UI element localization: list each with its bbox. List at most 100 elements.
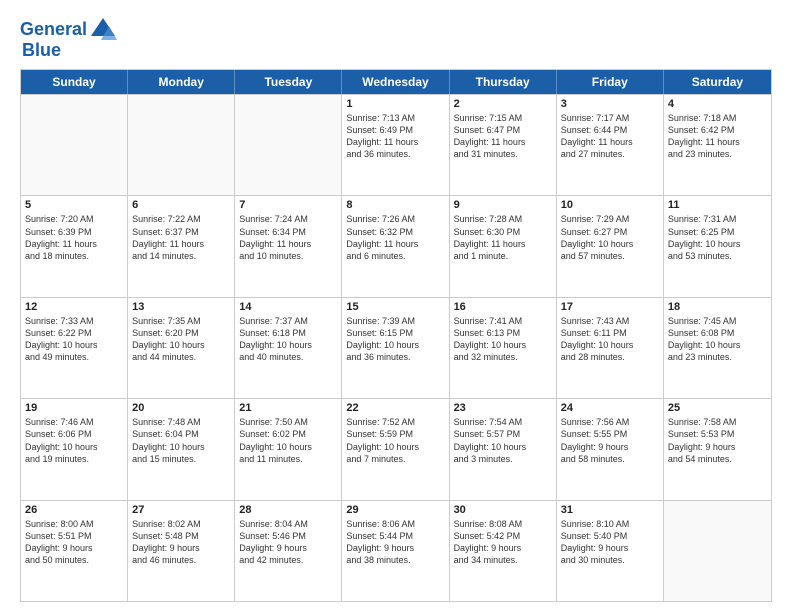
header-cell-thursday: Thursday	[450, 70, 557, 94]
day-info: Sunrise: 7:31 AM Sunset: 6:25 PM Dayligh…	[668, 213, 767, 262]
calendar-cell-day-3: 3 Sunrise: 7:17 AM Sunset: 6:44 PM Daylig…	[557, 95, 664, 195]
logo-text: General	[20, 20, 87, 40]
calendar-cell-day-15: 15Sunrise: 7:39 AM Sunset: 6:15 PM Dayli…	[342, 298, 449, 398]
day-number: 9	[454, 199, 552, 211]
day-info: Sunrise: 7:54 AM Sunset: 5:57 PM Dayligh…	[454, 416, 552, 465]
header-cell-sunday: Sunday	[21, 70, 128, 94]
day-number: 18	[668, 301, 767, 313]
calendar-cell-day-25: 25 Sunrise: 7:58 AM Sunset: 5:53 PM Dayli…	[664, 399, 771, 499]
day-number: 31	[561, 504, 659, 516]
day-number: 14	[239, 301, 337, 313]
day-info: Sunrise: 7:48 AM Sunset: 6:04 PM Dayligh…	[132, 416, 230, 465]
day-number: 5	[25, 199, 123, 211]
day-number: 4	[668, 98, 767, 110]
header-cell-saturday: Saturday	[664, 70, 771, 94]
calendar-cell-day-16: 16 Sunrise: 7:41 AM Sunset: 6:13 PM Dayli…	[450, 298, 557, 398]
day-info: Sunrise: 8:08 AM Sunset: 5:42 PM Dayligh…	[454, 518, 552, 567]
calendar-cell-day-12: 12 Sunrise: 7:33 AM Sunset: 6:22 PM Dayli…	[21, 298, 128, 398]
day-info: Sunrise: 7:15 AM Sunset: 6:47 PM Dayligh…	[454, 112, 552, 161]
day-number: 29	[346, 504, 444, 516]
header-cell-wednesday: Wednesday	[342, 70, 449, 94]
day-info: Sunrise: 7:18 AM Sunset: 6:42 PM Dayligh…	[668, 112, 767, 161]
calendar-cell-day-30: 30 Sunrise: 8:08 AM Sunset: 5:42 PM Dayli…	[450, 501, 557, 601]
day-number: 17	[561, 301, 659, 313]
day-info: Sunrise: 7:29 AM Sunset: 6:27 PM Dayligh…	[561, 213, 659, 262]
logo: General Blue	[20, 16, 117, 61]
day-info: Sunrise: 8:00 AM Sunset: 5:51 PM Dayligh…	[25, 518, 123, 567]
calendar-cell-day-13: 13 Sunrise: 7:35 AM Sunset: 6:20 PM Dayli…	[128, 298, 235, 398]
calendar: SundayMondayTuesdayWednesdayThursdayFrid…	[20, 69, 772, 602]
day-info: Sunrise: 7:45 AM Sunset: 6:08 PM Dayligh…	[668, 315, 767, 364]
day-info: Sunrise: 7:20 AM Sunset: 6:39 PM Dayligh…	[25, 213, 123, 262]
day-number: 10	[561, 199, 659, 211]
calendar-row-2: 5 Sunrise: 7:20 AM Sunset: 6:39 PM Daylig…	[21, 195, 771, 296]
calendar-row-4: 19 Sunrise: 7:46 AM Sunset: 6:06 PM Dayli…	[21, 398, 771, 499]
day-number: 22	[346, 402, 444, 414]
calendar-cell-day-11: 11 Sunrise: 7:31 AM Sunset: 6:25 PM Dayli…	[664, 196, 771, 296]
day-info: Sunrise: 8:02 AM Sunset: 5:48 PM Dayligh…	[132, 518, 230, 567]
calendar-cell-day-4: 4 Sunrise: 7:18 AM Sunset: 6:42 PM Daylig…	[664, 95, 771, 195]
day-number: 3	[561, 98, 659, 110]
day-info: Sunrise: 7:58 AM Sunset: 5:53 PM Dayligh…	[668, 416, 767, 465]
calendar-cell-day-31: 31Sunrise: 8:10 AM Sunset: 5:40 PM Dayli…	[557, 501, 664, 601]
calendar-body: 1 Sunrise: 7:13 AM Sunset: 6:49 PM Daylig…	[21, 94, 771, 601]
day-number: 12	[25, 301, 123, 313]
day-number: 19	[25, 402, 123, 414]
day-info: Sunrise: 7:17 AM Sunset: 6:44 PM Dayligh…	[561, 112, 659, 161]
day-number: 6	[132, 199, 230, 211]
calendar-cell-day-22: 22 Sunrise: 7:52 AM Sunset: 5:59 PM Dayli…	[342, 399, 449, 499]
day-number: 2	[454, 98, 552, 110]
calendar-cell-day-8: 8Sunrise: 7:26 AM Sunset: 6:32 PM Daylig…	[342, 196, 449, 296]
day-number: 24	[561, 402, 659, 414]
header: General Blue	[20, 16, 772, 61]
day-number: 1	[346, 98, 444, 110]
day-number: 23	[454, 402, 552, 414]
calendar-cell-day-1: 1 Sunrise: 7:13 AM Sunset: 6:49 PM Daylig…	[342, 95, 449, 195]
calendar-cell-empty	[128, 95, 235, 195]
calendar-cell-empty	[235, 95, 342, 195]
day-number: 30	[454, 504, 552, 516]
calendar-row-3: 12 Sunrise: 7:33 AM Sunset: 6:22 PM Dayli…	[21, 297, 771, 398]
calendar-cell-day-20: 20 Sunrise: 7:48 AM Sunset: 6:04 PM Dayli…	[128, 399, 235, 499]
day-info: Sunrise: 7:46 AM Sunset: 6:06 PM Dayligh…	[25, 416, 123, 465]
page: General Blue SundayMondayTuesdayWednesda…	[0, 0, 792, 612]
calendar-row-5: 26Sunrise: 8:00 AM Sunset: 5:51 PM Dayli…	[21, 500, 771, 601]
day-number: 20	[132, 402, 230, 414]
calendar-cell-day-9: 9Sunrise: 7:28 AM Sunset: 6:30 PM Daylig…	[450, 196, 557, 296]
day-number: 8	[346, 199, 444, 211]
day-info: Sunrise: 7:33 AM Sunset: 6:22 PM Dayligh…	[25, 315, 123, 364]
day-info: Sunrise: 7:37 AM Sunset: 6:18 PM Dayligh…	[239, 315, 337, 364]
day-info: Sunrise: 8:06 AM Sunset: 5:44 PM Dayligh…	[346, 518, 444, 567]
day-info: Sunrise: 7:52 AM Sunset: 5:59 PM Dayligh…	[346, 416, 444, 465]
calendar-cell-day-19: 19 Sunrise: 7:46 AM Sunset: 6:06 PM Dayli…	[21, 399, 128, 499]
calendar-header-row: SundayMondayTuesdayWednesdayThursdayFrid…	[21, 70, 771, 94]
day-info: Sunrise: 7:13 AM Sunset: 6:49 PM Dayligh…	[346, 112, 444, 161]
header-cell-tuesday: Tuesday	[235, 70, 342, 94]
calendar-cell-day-2: 2 Sunrise: 7:15 AM Sunset: 6:47 PM Daylig…	[450, 95, 557, 195]
day-number: 25	[668, 402, 767, 414]
day-number: 11	[668, 199, 767, 211]
calendar-cell-day-7: 7 Sunrise: 7:24 AM Sunset: 6:34 PM Daylig…	[235, 196, 342, 296]
day-number: 16	[454, 301, 552, 313]
calendar-cell-day-17: 17 Sunrise: 7:43 AM Sunset: 6:11 PM Dayli…	[557, 298, 664, 398]
calendar-cell-day-6: 6 Sunrise: 7:22 AM Sunset: 6:37 PM Daylig…	[128, 196, 235, 296]
day-number: 7	[239, 199, 337, 211]
day-number: 13	[132, 301, 230, 313]
day-number: 28	[239, 504, 337, 516]
day-info: Sunrise: 7:41 AM Sunset: 6:13 PM Dayligh…	[454, 315, 552, 364]
day-info: Sunrise: 7:39 AM Sunset: 6:15 PM Dayligh…	[346, 315, 444, 364]
calendar-cell-day-23: 23 Sunrise: 7:54 AM Sunset: 5:57 PM Dayli…	[450, 399, 557, 499]
calendar-cell-empty	[664, 501, 771, 601]
header-cell-monday: Monday	[128, 70, 235, 94]
day-info: Sunrise: 7:43 AM Sunset: 6:11 PM Dayligh…	[561, 315, 659, 364]
logo-icon	[89, 16, 117, 44]
day-info: Sunrise: 7:35 AM Sunset: 6:20 PM Dayligh…	[132, 315, 230, 364]
calendar-cell-day-5: 5 Sunrise: 7:20 AM Sunset: 6:39 PM Daylig…	[21, 196, 128, 296]
day-info: Sunrise: 7:50 AM Sunset: 6:02 PM Dayligh…	[239, 416, 337, 465]
calendar-cell-day-24: 24Sunrise: 7:56 AM Sunset: 5:55 PM Dayli…	[557, 399, 664, 499]
day-info: Sunrise: 7:24 AM Sunset: 6:34 PM Dayligh…	[239, 213, 337, 262]
calendar-cell-day-10: 10 Sunrise: 7:29 AM Sunset: 6:27 PM Dayli…	[557, 196, 664, 296]
day-number: 21	[239, 402, 337, 414]
day-info: Sunrise: 7:22 AM Sunset: 6:37 PM Dayligh…	[132, 213, 230, 262]
calendar-cell-empty	[21, 95, 128, 195]
